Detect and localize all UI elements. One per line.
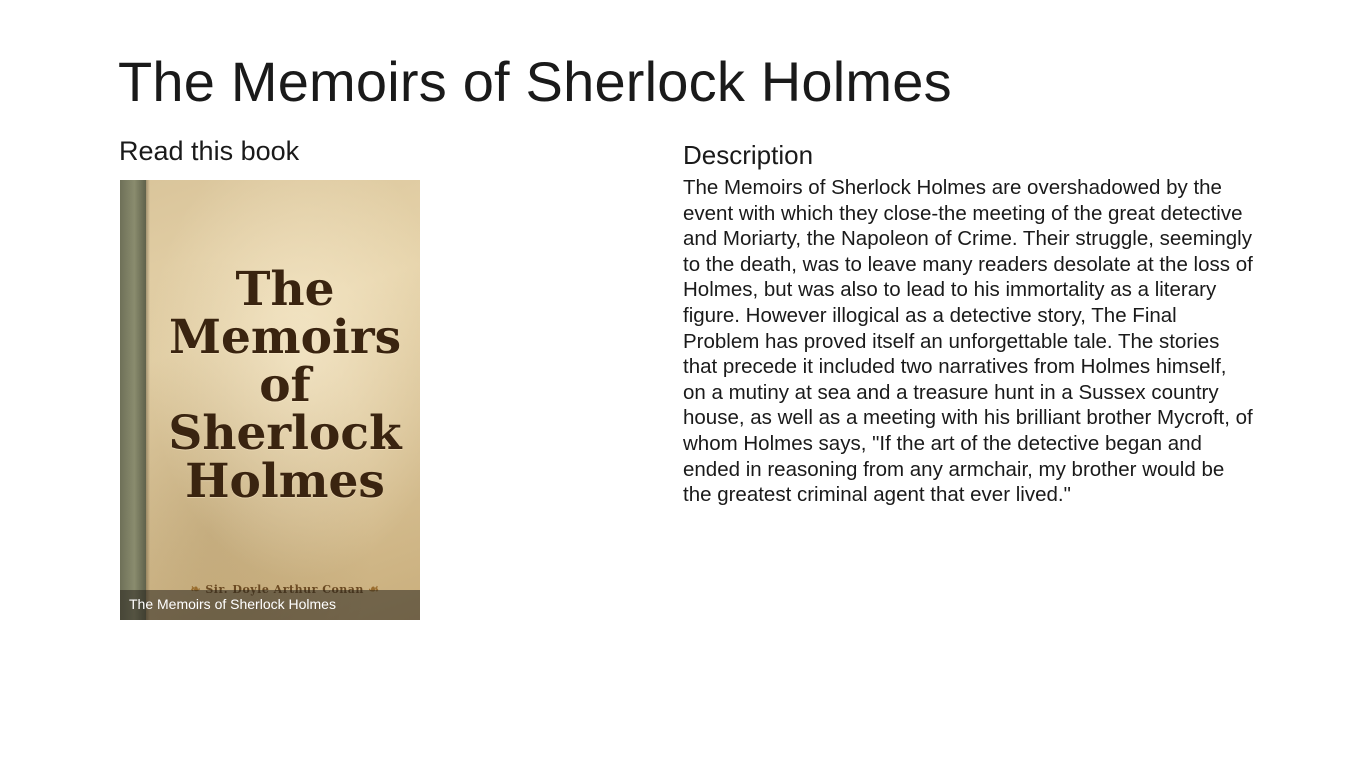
book-tile-caption-text: The Memoirs of Sherlock Holmes	[129, 596, 336, 612]
page-title: The Memoirs of Sherlock Holmes	[118, 50, 952, 113]
read-book-heading: Read this book	[119, 136, 300, 166]
description-text: The Memoirs of Sherlock Holmes are overs…	[683, 176, 1253, 507]
cover-title-text: The Memoirs of Sherlock Holmes	[168, 262, 402, 509]
description-heading: Description	[683, 140, 814, 170]
book-spine	[120, 180, 146, 620]
book-cover-image: The Memoirs of Sherlock Holmes ❧ Sir. Do…	[120, 180, 420, 620]
book-details-page: The Memoirs of Sherlock Holmes Read this…	[0, 0, 1366, 768]
book-tile-caption: The Memoirs of Sherlock Holmes	[120, 590, 420, 620]
book-cover-tile[interactable]: The Memoirs of Sherlock Holmes ❧ Sir. Do…	[120, 180, 420, 620]
